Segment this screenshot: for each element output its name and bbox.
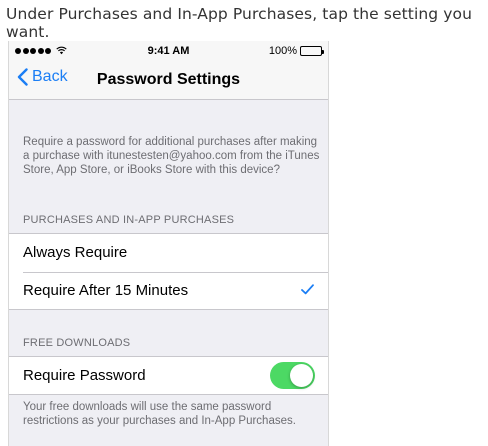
checkmark-icon: [301, 283, 314, 294]
option-require-after-15-minutes[interactable]: Require After 15 Minutes: [9, 271, 328, 310]
require-password-toggle[interactable]: [270, 362, 315, 389]
option-label: Require After 15 Minutes: [23, 281, 189, 299]
page-title: Password Settings: [96, 71, 241, 88]
purchases-options-group: Always Require Require After 15 Minutes: [9, 233, 328, 310]
toggle-knob: [290, 364, 313, 387]
battery-status: 100%: [268, 45, 324, 57]
section-header-purchases: PURCHASES AND IN-APP PURCHASES: [23, 214, 235, 226]
navigation-bar: Back Password Settings: [9, 61, 328, 100]
option-always-require[interactable]: Always Require: [9, 234, 328, 272]
section-header-free-downloads: FREE DOWNLOADS: [23, 337, 131, 349]
require-password-label: Require Password: [23, 367, 146, 385]
password-description: Require a password for additional purcha…: [23, 136, 320, 177]
require-password-row: Require Password: [9, 357, 328, 395]
option-label: Always Require: [23, 244, 128, 262]
battery-percentage: 100%: [268, 45, 297, 57]
free-downloads-note: Your free downloads will use the same pa…: [23, 401, 296, 428]
battery-icon: [300, 46, 324, 56]
status-bar: 9:41 AM 100%: [9, 41, 328, 61]
phone-screen: 9:41 AM 100% Back Password Settings Requ…: [8, 41, 329, 446]
page-caption: Under Purchases and In-App Purchases, ta…: [6, 5, 473, 41]
free-downloads-group: Require Password: [9, 356, 328, 395]
